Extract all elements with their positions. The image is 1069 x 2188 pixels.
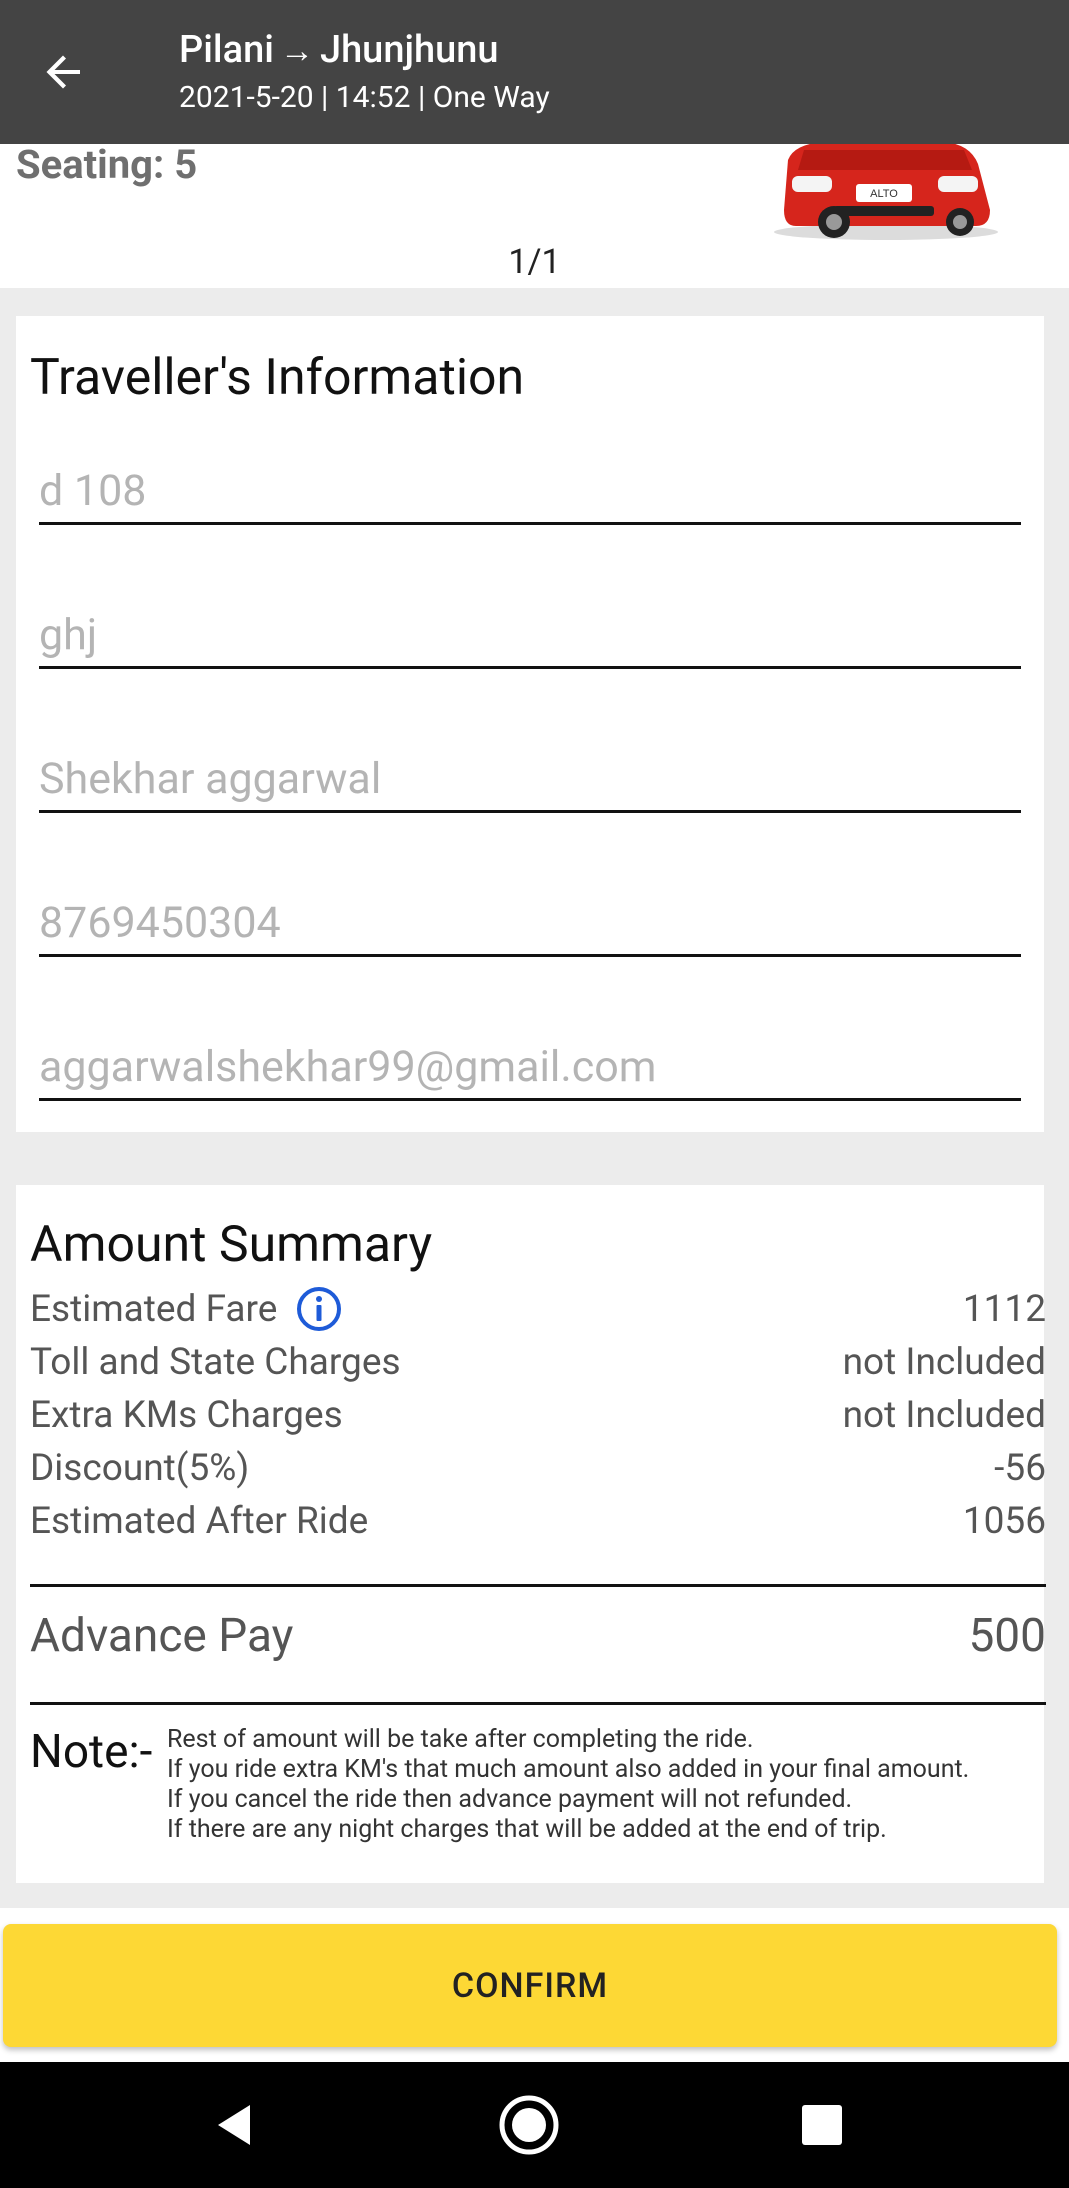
advance-pay-row: Advance Pay 500 [30,1604,1046,1668]
name-field[interactable] [39,750,1021,813]
note-text: Rest of amount will be take after comple… [167,1725,969,1845]
name-input[interactable] [39,750,1021,808]
info-circle-icon[interactable] [295,1285,343,1333]
discount-label: Discount(5%) [30,1446,250,1490]
toll-charges-label: Toll and State Charges [30,1340,401,1384]
confirm-button[interactable]: CONFIRM [3,1924,1057,2047]
address-field[interactable] [39,462,1021,525]
summary-divider-bottom [30,1702,1046,1705]
extra-km-row: Extra KMs Charges not Included [30,1390,1046,1440]
route-title: Pilani → Jhunjhunu [179,26,499,75]
extra-km-value: not Included [842,1393,1046,1437]
estimated-after-ride-value: 1056 [962,1499,1046,1543]
extra-km-label: Extra KMs Charges [30,1393,343,1437]
circle-home-icon [499,2095,559,2155]
trip-details: 2021-5-20 | 14:52 | One Way [179,80,550,115]
note-line: Rest of amount will be take after comple… [167,1725,754,1754]
note-label: Note:- [30,1725,153,1779]
triangle-back-icon [218,2105,250,2145]
app-bar: Pilani → Jhunjhunu 2021-5-20 | 14:52 | One… [0,0,1069,144]
svg-text:ALTO: ALTO [870,188,898,200]
amount-summary-card: Amount Summary Estimated Fare 1112 Toll … [16,1185,1046,1883]
seating-capacity: Seating: 5 [16,141,198,188]
route-to: Jhunjhunu [319,28,499,72]
address-input[interactable] [39,462,1021,520]
square-recents-icon [802,2105,842,2145]
discount-row: Discount(5%) -56 [30,1443,1046,1493]
note-line: If you ride extra KM's that much amount … [167,1755,970,1784]
traveller-info-card: Traveller's Information [16,316,1044,1132]
locality-field[interactable] [39,606,1021,669]
back-button[interactable] [28,36,100,108]
summary-divider-top [30,1584,1046,1587]
note-line: If there are any night charges that will… [167,1815,887,1844]
advance-pay-value: 500 [968,1609,1046,1663]
arrow-left-icon [46,55,80,89]
locality-input[interactable] [39,606,1021,664]
email-input[interactable] [39,1038,1021,1096]
estimated-fare-row: Estimated Fare 1112 [30,1284,1046,1334]
estimated-after-ride-label: Estimated After Ride [30,1499,369,1543]
nav-recents-button[interactable] [787,2090,857,2160]
note-line: If you cancel the ride then advance paym… [167,1785,853,1814]
screen: Seating: 5 ALTO 1/1 Pilani → Jhunjhunu 202 [0,0,1069,2188]
system-nav-bar [0,2062,1069,2188]
toll-charges-row: Toll and State Charges not Included [30,1337,1046,1387]
amount-summary-title: Amount Summary [30,1216,433,1274]
estimated-fare-value: 1112 [962,1287,1046,1331]
discount-value: -56 [994,1446,1046,1490]
car-card: Seating: 5 ALTO 1/1 [0,141,1069,288]
route-arrow: → [279,31,314,71]
toll-charges-value: not Included [842,1340,1046,1384]
phone-field[interactable] [39,894,1021,957]
car-image: ALTO [774,142,998,240]
estimated-fare-label-wrap: Estimated Fare [30,1285,343,1333]
nav-back-button[interactable] [200,2090,270,2160]
nav-home-button[interactable] [494,2090,564,2160]
estimated-fare-label: Estimated Fare [30,1287,278,1331]
traveller-info-title: Traveller's Information [30,349,525,407]
estimated-after-ride-row: Estimated After Ride 1056 [30,1496,1046,1546]
car-pager: 1/1 [508,242,561,282]
email-field[interactable] [39,1038,1021,1101]
phone-input[interactable] [39,894,1021,952]
route-from: Pilani [179,28,274,72]
advance-pay-label: Advance Pay [30,1609,294,1663]
